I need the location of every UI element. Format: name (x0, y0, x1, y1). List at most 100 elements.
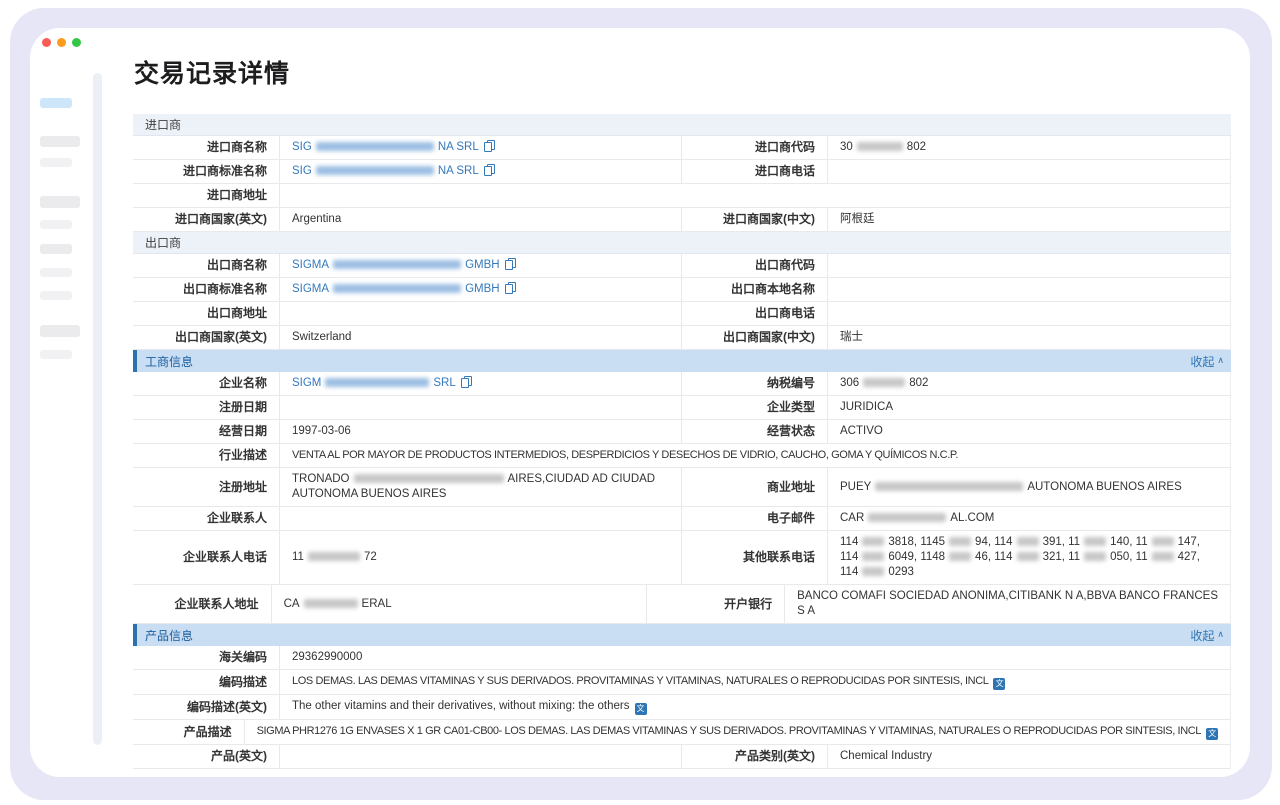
company-link[interactable]: SIG (292, 165, 312, 177)
field-label: 进口商代码 (755, 140, 815, 155)
company-link[interactable]: GMBH (465, 259, 500, 271)
sidebar-item[interactable] (40, 244, 72, 254)
company-link[interactable]: SIG (292, 141, 312, 153)
field-value: SIGMA GMBH (280, 278, 682, 301)
value-line: Switzerland (292, 330, 669, 345)
company-link[interactable]: SIGM (292, 377, 321, 389)
table-row: 企业联系人电子邮件CARAL.COM (133, 507, 1231, 531)
copy-icon[interactable] (505, 282, 516, 294)
field-value: Chemical Industry (828, 745, 1230, 768)
field-label-cell: 产品(英文) (133, 745, 280, 768)
sidebar-item[interactable] (40, 136, 80, 147)
table-row: 出口商标准名称SIGMAGMBH出口商本地名称 (133, 278, 1231, 302)
redacted-text (857, 142, 903, 151)
table-row: 进口商名称SIGNA SRL进口商代码30802 (133, 136, 1231, 160)
field-label: 经营状态 (767, 424, 815, 439)
field-label-cell: 进口商名称 (133, 136, 280, 159)
company-link[interactable]: NA SRL (438, 141, 479, 153)
sidebar-item[interactable] (40, 325, 80, 337)
collapse-button-product[interactable]: 收起∧ (1190, 627, 1224, 644)
translate-icon[interactable]: 文 (993, 678, 1005, 690)
value-text: PUEY (840, 481, 871, 493)
sidebar-item-active[interactable] (40, 98, 72, 108)
field-label-cell: 进口商代码 (682, 136, 828, 159)
value-text: ACTIVO (840, 425, 883, 437)
value-text: 0293 (888, 566, 914, 578)
field-value: JURIDICA (828, 396, 1230, 419)
field-label-cell: 编码描述 (133, 670, 280, 694)
translate-icon[interactable]: 文 (1206, 728, 1218, 740)
section-header-business: 工商信息收起∧ (133, 350, 1231, 372)
copy-icon[interactable] (484, 164, 495, 176)
field-value: 1143818, 114594, 114391, 11140, 11147,11… (828, 531, 1230, 584)
table-row: 出口商地址出口商电话 (133, 302, 1231, 326)
field-label-cell: 产品类别(英文) (682, 745, 828, 768)
value-text: 72 (364, 551, 377, 563)
value-text: 1997-03-06 (292, 425, 351, 437)
chevron-up-icon: ∧ (1217, 629, 1224, 640)
copy-icon[interactable] (484, 140, 495, 152)
value-line: 瑞士 (840, 330, 1218, 345)
field-value (280, 507, 682, 530)
field-label-cell: 产品描述 (133, 720, 245, 744)
field-value (280, 396, 682, 419)
value-text: 29362990000 (292, 651, 362, 663)
field-value: CAERAL (272, 585, 648, 623)
field-label: 出口商名称 (207, 258, 267, 273)
field-value (828, 254, 1230, 277)
collapse-button-business[interactable]: 收起∧ (1190, 353, 1224, 370)
table-row: 编码描述 LOS DEMAS. LAS DEMAS VITAMINAS Y SUS… (133, 670, 1231, 695)
value-line: 306802 (840, 376, 1218, 391)
field-label-cell: 其他联系电话 (682, 531, 828, 584)
field-label: 进口商名称 (207, 140, 267, 155)
company-link[interactable]: SRL (433, 377, 455, 389)
value-text: 147, (1178, 536, 1200, 548)
value-line: SIGMA GMBH (292, 258, 669, 273)
field-value: 1172 (280, 531, 682, 584)
company-link[interactable]: NA SRL (438, 165, 479, 177)
redacted-text (308, 552, 360, 561)
copy-icon[interactable] (505, 258, 516, 270)
value-line: The other vitamins and their derivatives… (292, 699, 1218, 715)
value-text: BANCO COMAFI SOCIEDAD ANONIMA,CITIBANK N… (797, 590, 1218, 602)
section-title: 进口商 (145, 116, 181, 133)
field-value (828, 302, 1230, 325)
value-line: LOS DEMAS. LAS DEMAS VITAMINAS Y SUS DER… (292, 674, 1218, 690)
value-text: TRONADO (292, 473, 350, 485)
company-link[interactable]: GMBH (465, 283, 500, 295)
value-text: SIGMA PHR1276 1G ENVASES X 1 GR CA01-CB0… (257, 725, 1201, 737)
field-label: 企业名称 (219, 376, 267, 391)
table-row: 海关编码29362990000 (133, 646, 1231, 670)
value-text: AL.COM (950, 512, 994, 524)
window-controls (42, 38, 81, 47)
redacted-text (868, 513, 946, 522)
company-link[interactable]: SIGMA (292, 283, 329, 295)
field-label: 进口商国家(英文) (175, 212, 267, 227)
value-text: 050, 11 (1110, 551, 1148, 563)
sidebar-item[interactable] (40, 268, 72, 277)
traffic-light-zoom[interactable] (72, 38, 81, 47)
redacted-text (1084, 552, 1106, 561)
field-label: 出口商地址 (207, 306, 267, 321)
field-label: 开户银行 (724, 597, 772, 612)
value-text: CA (284, 598, 300, 610)
field-value: 29362990000 (280, 646, 1230, 669)
sidebar-item[interactable] (40, 350, 72, 359)
value-text: VENTA AL POR MAYOR DE PRODUCTOS INTERMED… (292, 449, 958, 461)
translate-icon[interactable]: 文 (635, 703, 647, 715)
table-row: 注册日期企业类型JURIDICA (133, 396, 1231, 420)
copy-icon[interactable] (461, 376, 472, 388)
company-link[interactable]: SIGMA (292, 259, 329, 271)
field-label-cell: 纳税编号 (682, 372, 828, 395)
field-label-cell: 经营状态 (682, 420, 828, 443)
sidebar-item[interactable] (40, 196, 80, 208)
table-row: 行业描述VENTA AL POR MAYOR DE PRODUCTOS INTE… (133, 444, 1231, 468)
field-label-cell: 进口商电话 (682, 160, 828, 183)
traffic-light-close[interactable] (42, 38, 51, 47)
sidebar-item[interactable] (40, 158, 72, 167)
sidebar-item[interactable] (40, 220, 72, 229)
field-label: 编码描述 (219, 675, 267, 690)
traffic-light-minimize[interactable] (57, 38, 66, 47)
field-label: 注册地址 (219, 480, 267, 495)
sidebar-item[interactable] (40, 291, 72, 300)
